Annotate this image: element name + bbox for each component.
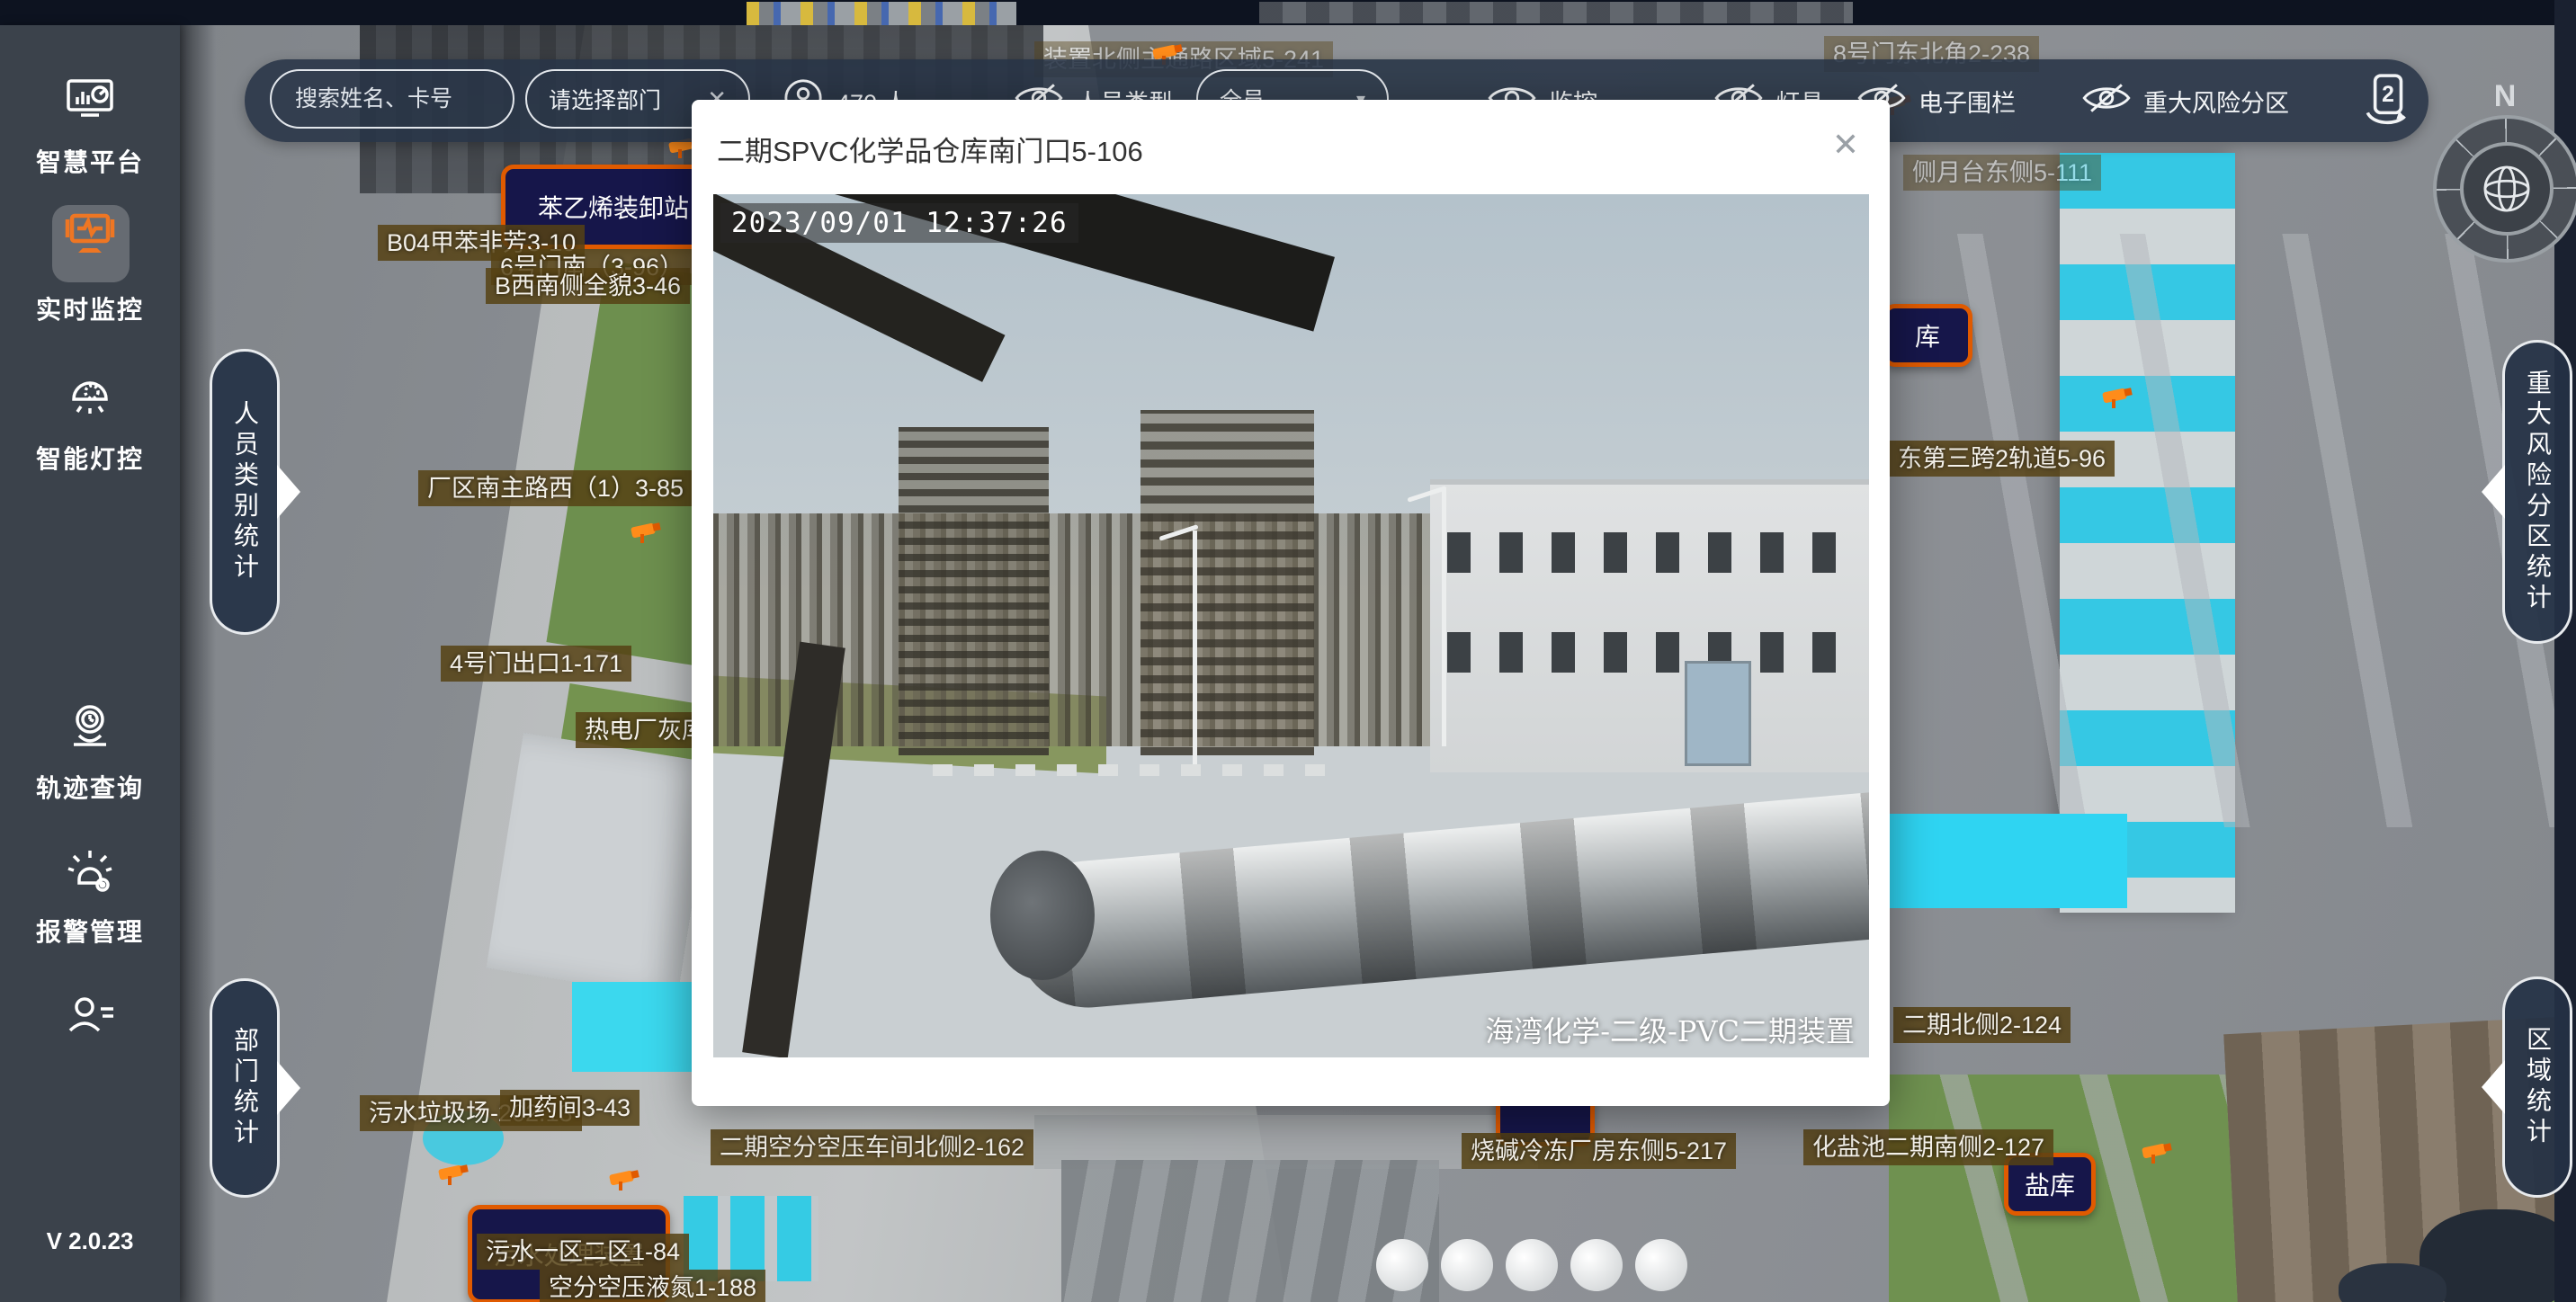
tab-label: 重大风险分区统计 [2519, 370, 2555, 614]
sidebar: 智慧平台 实时监控 智能灯控 [0, 25, 180, 1302]
alarm-manage-icon [61, 842, 119, 904]
tab-label: 部门统计 [227, 1027, 263, 1149]
map-label[interactable]: 东第三跨2轨道5-96 [1889, 441, 2115, 477]
sidebar-item-track-query[interactable]: 轨迹查询 [0, 698, 180, 805]
compass-globe-icon [2460, 142, 2554, 236]
sidebar-item-alarm-management[interactable]: 报警管理 [0, 842, 180, 949]
compass-north-label: N [2469, 79, 2541, 114]
realtime-monitor-icon [61, 205, 119, 267]
toggle-label: 重大风险分区 [2143, 84, 2289, 119]
camera-icon[interactable] [2101, 385, 2137, 412]
tab-area-stats[interactable]: 区域统计 [2502, 976, 2572, 1198]
map-pool [572, 982, 711, 1072]
toggle-label: 电子围栏 [1919, 84, 2016, 119]
map-label[interactable]: 二期北侧2-124 [1893, 1007, 2071, 1043]
smart-lamp-icon [61, 369, 119, 431]
chevron-right-icon [277, 465, 300, 519]
photo-windows [1447, 632, 1851, 673]
toggle-major-risk-zone[interactable]: 重大风险分区 [2082, 59, 2289, 142]
tab-personnel-category-stats[interactable]: 人员类别统计 [210, 349, 280, 635]
close-icon[interactable]: ✕ [1832, 129, 1859, 161]
sidebar-item-smart-lights[interactable]: 智能灯控 [0, 369, 180, 476]
photo-windows [1447, 532, 1851, 574]
map-pool [1889, 814, 2127, 908]
map-terrain-patch [1925, 234, 2554, 827]
sidebar-item-smart-platform[interactable]: 智慧平台 [0, 72, 180, 179]
map-label[interactable]: 侧月台东侧5-111 [1903, 155, 2101, 191]
map-label[interactable]: 空分空压液氮1-188 [540, 1270, 765, 1302]
map-label[interactable]: 烧碱冷冻厂房东侧5-217 [1462, 1133, 1736, 1169]
map-building [487, 733, 715, 998]
sidebar-item-personnel[interactable] [0, 989, 180, 1051]
camera-icon[interactable] [437, 1162, 473, 1189]
dialog-title: 二期SPVC化学品仓库南门口5-106 [717, 129, 1143, 169]
track-query-icon [61, 698, 119, 760]
photo-lamp-post [1193, 531, 1197, 763]
photo-roadmark [933, 764, 1326, 776]
compass[interactable] [2433, 115, 2576, 263]
camera-icon[interactable] [630, 520, 666, 547]
floor-number: 2 [2382, 83, 2394, 107]
map-label[interactable]: 污水一区二区1-84 [477, 1234, 689, 1270]
map-terrain-patch [1259, 2, 1853, 23]
camera-icon[interactable] [608, 1167, 644, 1194]
app-version: V 2.0.23 [0, 1227, 180, 1255]
map-terrain-patch [747, 2, 1016, 25]
photo-pipe-end [990, 851, 1095, 980]
camera-icon[interactable] [2141, 1140, 2177, 1167]
map-label[interactable]: B西南侧全貌3-46 [486, 268, 690, 304]
map-label[interactable]: 4号门出口1-171 [441, 646, 631, 682]
search-input-pill[interactable] [270, 69, 514, 129]
photo-white-building [1430, 479, 1869, 772]
floor-switch-button[interactable]: 2 [2357, 72, 2416, 136]
photo-door [1685, 661, 1751, 766]
map-label[interactable]: 厂区南主路西（1）3-85 [418, 470, 693, 506]
tab-label: 区域统计 [2519, 1026, 2555, 1148]
map-label[interactable]: 加药间3-43 [500, 1090, 640, 1126]
tab-label: 人员类别统计 [227, 400, 263, 584]
search-input[interactable] [293, 85, 491, 113]
map-pool [684, 1196, 818, 1281]
camera-feed-image: 2023/09/01 12:37:26 海湾化学-二级-PVC二期装置 [713, 194, 1869, 1057]
sidebar-item-label: 报警管理 [0, 913, 180, 949]
sidebar-item-label: 实时监控 [0, 290, 180, 326]
map-zone-label[interactable]: 库 [1883, 304, 1972, 367]
map-terrain-patch [2339, 1263, 2446, 1302]
department-placeholder: 请选择部门 [549, 83, 661, 115]
camera-timestamp: 2023/09/01 12:37:26 [720, 203, 1078, 243]
photo-plant-structures [899, 427, 1049, 755]
person-list-icon [61, 989, 119, 1051]
camera-watermark: 海湾化学-二级-PVC二期装置 [1485, 1009, 1855, 1050]
app-root: 苯乙烯装卸站污水处理装置盐库库B04甲苯非芳3-106号门南（3-96）B西南侧… [0, 0, 2576, 1302]
sidebar-item-realtime-monitor[interactable]: 实时监控 [0, 205, 180, 326]
sidebar-item-label: 智慧平台 [0, 143, 180, 179]
photo-lamp-post [1442, 487, 1446, 746]
sidebar-item-label: 智能灯控 [0, 440, 180, 476]
map-storage-tanks [1376, 1239, 1736, 1302]
dashboard-monitor-icon [61, 72, 119, 134]
map-label[interactable]: 二期空分空压车间北侧2-162 [711, 1129, 1033, 1165]
map-label[interactable]: 化盐池二期南侧2-127 [1803, 1129, 2053, 1165]
photo-plant-structures [1140, 410, 1314, 755]
chevron-left-icon [2482, 465, 2505, 519]
tab-department-stats[interactable]: 部门统计 [210, 978, 280, 1198]
chevron-left-icon [2482, 1060, 2505, 1114]
eye-off-icon [2082, 81, 2131, 121]
sidebar-item-label: 轨迹查询 [0, 769, 180, 805]
chevron-right-icon [277, 1061, 300, 1115]
tab-major-risk-zone-stats[interactable]: 重大风险分区统计 [2502, 340, 2572, 644]
camera-dialog: 二期SPVC化学品仓库南门口5-106 ✕ 2023/09/01 [692, 100, 1890, 1106]
